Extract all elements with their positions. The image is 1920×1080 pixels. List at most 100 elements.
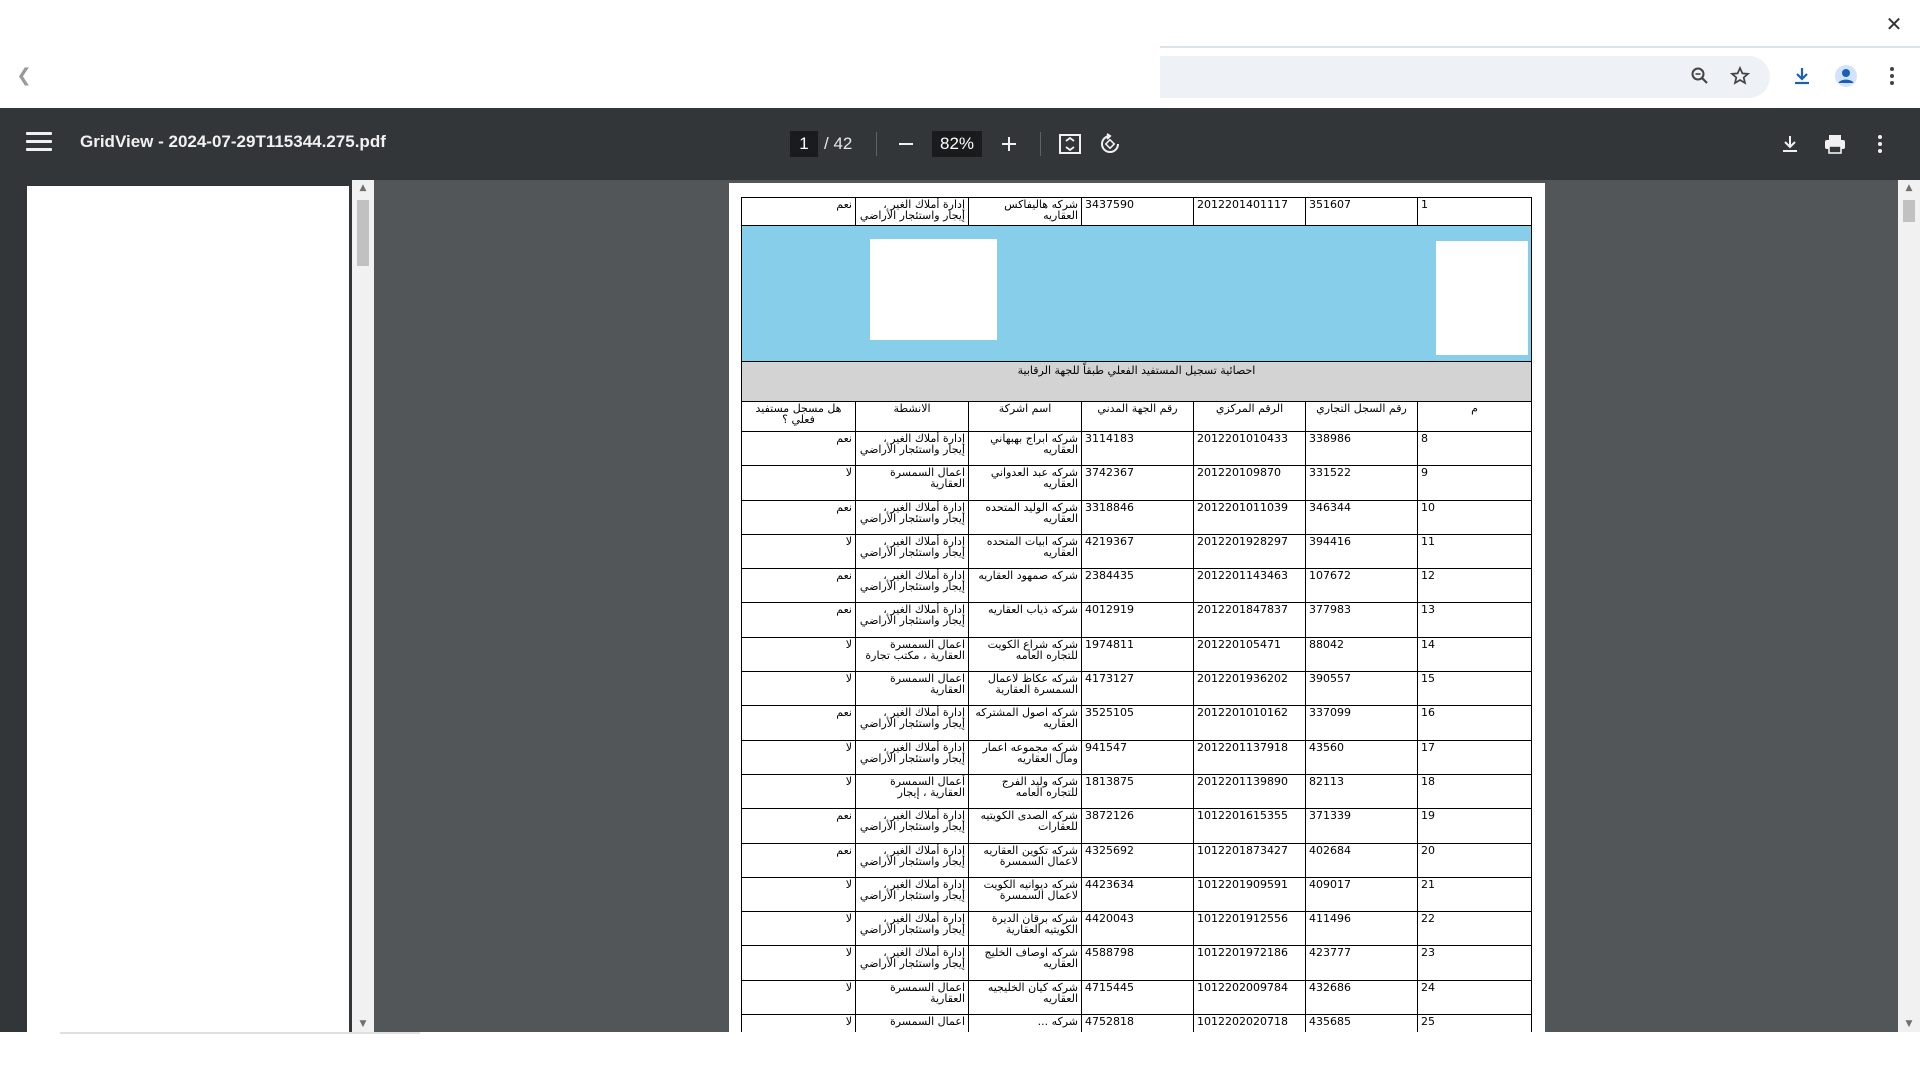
page-thumbnail[interactable] bbox=[27, 186, 349, 1032]
cell-registered: نعم bbox=[741, 842, 856, 878]
cell-company: شركه وليد الفرج للتجاره العامه bbox=[968, 773, 1082, 810]
table-row: 16 337099 2012201010162 3525105 شركه اصول ال… bbox=[741, 705, 1532, 741]
cell-registered: نعم bbox=[741, 430, 856, 467]
print-icon[interactable] bbox=[1821, 130, 1849, 158]
cell-company: شركه ذياب العقاريه bbox=[968, 602, 1082, 638]
banner-row bbox=[741, 225, 1532, 362]
cell-commercial-reg: 432686 bbox=[1305, 979, 1418, 1016]
cell-registered: لا bbox=[741, 773, 856, 810]
cell-central-no: 1012201912556 bbox=[1193, 911, 1306, 947]
cell-commercial-reg: 402684 bbox=[1305, 842, 1418, 878]
profile-icon[interactable] bbox=[1832, 62, 1860, 90]
cell-civil-no: 1974811 bbox=[1081, 636, 1194, 673]
cell-activity: إدارة أملاك الغير ، إيجار واستئجار الأرا… bbox=[855, 808, 969, 844]
cell-company: شركه عبد العدواني العقاريه bbox=[968, 465, 1082, 501]
main-scrollbar[interactable]: ▲ ▼ bbox=[1898, 180, 1920, 1032]
table-row: 23 423777 1012201972186 4588798 شركه اوصاف ا… bbox=[741, 945, 1532, 981]
cell-registered: نعم bbox=[741, 568, 856, 604]
cell-central-no: 2012201401117 bbox=[1193, 197, 1306, 226]
sidebar-scrollbar[interactable]: ▲ ▼ bbox=[352, 180, 374, 1032]
cell-company: شركه صمهود العقاريه bbox=[968, 568, 1082, 604]
cell-commercial-reg: 394416 bbox=[1305, 533, 1418, 570]
cell-civil-no: 4752818 bbox=[1081, 1014, 1194, 1032]
cell-serial: 8 bbox=[1417, 430, 1532, 467]
close-icon[interactable]: ✕ bbox=[1880, 10, 1908, 38]
table-row: 14 88042 201220105471 1974811 شركه شراع الكو… bbox=[741, 636, 1532, 673]
cell-activity: إدارة أملاك الغير ، إيجار واستئجار الأرا… bbox=[855, 945, 969, 981]
column-header-commercial-reg: رقم السجل التجاري bbox=[1305, 401, 1418, 432]
table-row: 12 107672 2012201143463 2384435 شركه صمهود ا… bbox=[741, 568, 1532, 604]
cell-activity: إدارة أملاك الغير ، إيجار واستئجار الأرا… bbox=[855, 197, 969, 226]
table-row: 15 390557 2012201936202 4173127 شركه عكاظ لا… bbox=[741, 671, 1532, 707]
table-row: 10 346344 2012201011039 3318846 شركه الوليد … bbox=[741, 499, 1532, 535]
report-title: احصائية تسجيل المستفيد الفعلي طبقاً للجه… bbox=[741, 361, 1532, 402]
cell-activity: اعمال السمسرة العقارية bbox=[855, 465, 969, 501]
scroll-up-icon[interactable]: ▲ bbox=[352, 180, 374, 196]
rotate-icon[interactable] bbox=[1096, 130, 1124, 158]
cell-civil-no: 4325692 bbox=[1081, 842, 1194, 878]
cell-company: شركه عكاظ لاعمال السمسرة العقارية bbox=[968, 671, 1082, 707]
table-row: 11 394416 2012201928297 4219367 شركه ابيات ا… bbox=[741, 533, 1532, 570]
cell-company: شركه الصدى الكويتيه للعقارات bbox=[968, 808, 1082, 844]
cell-activity: إدارة أملاك الغير ، إيجار واستئجار الأرا… bbox=[855, 602, 969, 638]
zoom-in-icon[interactable] bbox=[995, 130, 1023, 158]
zoom-level-input[interactable]: 82% bbox=[932, 131, 982, 157]
table-row: 25 435685 1012202020718 4752818 شركه ... اعما… bbox=[741, 1014, 1532, 1032]
page-number-input[interactable]: 1 bbox=[790, 131, 818, 157]
cell-registered: نعم bbox=[741, 197, 856, 226]
cell-registered: نعم bbox=[741, 499, 856, 535]
cell-central-no: 1012201972186 bbox=[1193, 945, 1306, 981]
cell-activity: إدارة أملاك الغير ، إيجار واستئجار الأرا… bbox=[855, 568, 969, 604]
cell-civil-no: 3318846 bbox=[1081, 499, 1194, 535]
title-row: احصائية تسجيل المستفيد الفعلي طبقاً للجه… bbox=[741, 361, 1532, 402]
zoom-out-icon[interactable] bbox=[892, 130, 920, 158]
pdf-toolbar: GridView - 2024-07-29T115344.275.pdf 1 /… bbox=[0, 108, 1920, 180]
cell-commercial-reg: 411496 bbox=[1305, 911, 1418, 947]
cell-activity: إدارة أملاك الغير ، إيجار واستئجار الأرا… bbox=[855, 911, 969, 947]
zoom-icon[interactable] bbox=[1686, 62, 1714, 90]
fit-page-icon[interactable] bbox=[1056, 130, 1084, 158]
cell-serial: 1 bbox=[1417, 197, 1532, 226]
cell-activity: إدارة أملاك الغير ، إيجار واستئجار الأرا… bbox=[855, 499, 969, 535]
column-header-activity: الانشطة bbox=[855, 401, 969, 432]
cell-central-no: 2012201143463 bbox=[1193, 568, 1306, 604]
cell-registered: لا bbox=[741, 945, 856, 981]
more-vert-icon[interactable] bbox=[1878, 62, 1906, 90]
cell-serial: 24 bbox=[1417, 979, 1532, 1016]
cell-central-no: 2012201011039 bbox=[1193, 499, 1306, 535]
cell-civil-no: 3872126 bbox=[1081, 808, 1194, 844]
banner-logo bbox=[870, 239, 997, 340]
scroll-up-icon[interactable]: ▲ bbox=[1898, 180, 1920, 196]
address-bar[interactable] bbox=[1160, 56, 1770, 98]
cell-company: شركه ابراج بهبهاني العقاريه bbox=[968, 430, 1082, 467]
cell-serial: 15 bbox=[1417, 671, 1532, 707]
cell-serial: 18 bbox=[1417, 773, 1532, 810]
cell-registered: لا bbox=[741, 979, 856, 1016]
cell-serial: 20 bbox=[1417, 842, 1532, 878]
column-header-row: م رقم السجل التجاري الرقم المركزي رقم ال… bbox=[741, 401, 1532, 432]
download-icon[interactable] bbox=[1776, 130, 1804, 158]
scrollbar-thumb[interactable] bbox=[357, 200, 369, 266]
cell-central-no: 1012201873427 bbox=[1193, 842, 1306, 878]
table-row: 13 377983 2012201847837 4012919 شركه ذياب ال… bbox=[741, 602, 1532, 638]
star-icon[interactable] bbox=[1726, 62, 1754, 90]
column-header-central-no: الرقم المركزي bbox=[1193, 401, 1306, 432]
more-vert-icon[interactable] bbox=[1866, 130, 1894, 158]
table-row: 18 82113 2012201139890 1813875 شركه وليد الف… bbox=[741, 773, 1532, 810]
cell-serial: 25 bbox=[1417, 1014, 1532, 1032]
cell-central-no: 201220105471 bbox=[1193, 636, 1306, 673]
cell-company: شركه ابيات المتحده العقاريه bbox=[968, 533, 1082, 570]
cell-commercial-reg: 107672 bbox=[1305, 568, 1418, 604]
scrollbar-thumb[interactable] bbox=[1903, 200, 1915, 222]
scroll-down-icon[interactable]: ▼ bbox=[1898, 1016, 1920, 1032]
cell-civil-no: 4715445 bbox=[1081, 979, 1194, 1016]
download-icon[interactable] bbox=[1788, 62, 1816, 90]
scroll-down-icon[interactable]: ▼ bbox=[352, 1016, 374, 1032]
back-arrow-icon[interactable]: ❮ bbox=[12, 64, 36, 88]
cell-company: شركه برقان الديرة الكويتيه العقارية bbox=[968, 911, 1082, 947]
cell-central-no: 2012201847837 bbox=[1193, 602, 1306, 638]
cell-company: شركه شراع الكويت للتجاره العامه bbox=[968, 636, 1082, 673]
column-header-civil-no: رقم الجهة المدني bbox=[1081, 401, 1194, 432]
menu-icon[interactable] bbox=[26, 132, 52, 156]
cell-central-no: 1012202020718 bbox=[1193, 1014, 1306, 1032]
